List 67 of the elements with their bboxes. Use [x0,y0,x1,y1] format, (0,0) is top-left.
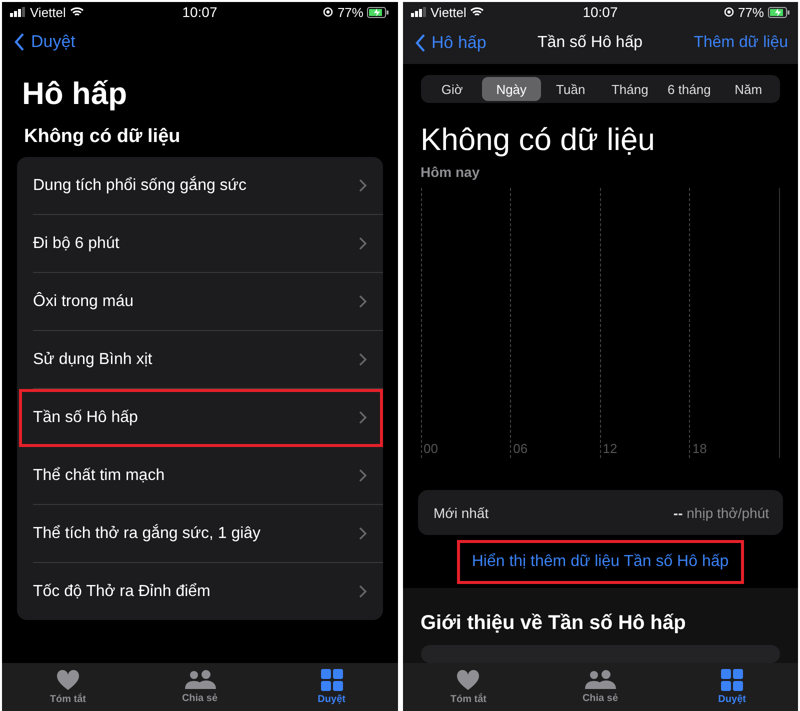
list-item[interactable]: Tốc độ Thở ra Đỉnh điểm [33,563,382,620]
axis-label: 12 [602,441,618,456]
people-icon [184,670,216,690]
signal-icon [410,7,426,17]
people-icon [584,670,616,690]
chevron-right-icon [358,179,366,192]
rotation-lock-icon [724,7,734,17]
rotation-lock-icon [323,7,334,17]
tab-item[interactable]: Duyệt [666,663,798,711]
tab-item[interactable]: Tóm tắt [402,663,534,711]
heart-icon [456,670,480,690]
axis-label: 18 [692,441,707,456]
segment-tab[interactable]: Năm [718,77,778,101]
show-more-link[interactable]: Hiển thị thêm dữ liệu Tần số Hô hấp [456,540,744,584]
battery-icon [367,6,390,18]
chevron-right-icon [358,353,366,366]
list-item[interactable]: Dung tích phổi sống gắng sức [33,157,382,214]
latest-unit: nhịp thở/phút [686,504,769,520]
nav-title: Tần số Hô hấp [538,34,642,52]
segment-tab[interactable]: 6 tháng [660,77,719,101]
carrier-name: Viettel [430,4,466,20]
wifi-icon [470,7,484,17]
list-item[interactable]: Ôxi trong máu [33,273,382,330]
grid-icon [721,669,744,691]
headline: Không có dữ liệu [420,121,656,158]
chevron-right-icon [358,469,366,482]
status-time: 10:07 [582,4,618,20]
axis-label: 00 [424,441,438,456]
segment-tab[interactable]: Tháng [600,77,660,101]
latest-value: -- [673,504,683,520]
tab-item[interactable]: Duyệt [266,663,398,711]
chevron-right-icon [358,411,366,424]
segment-tab[interactable]: Tuần [541,77,600,101]
battery-icon [768,6,790,18]
chevron-left-icon [414,34,426,52]
chevron-right-icon [358,237,366,250]
add-data-button[interactable]: Thêm dữ liệu [694,34,788,52]
list-item[interactable]: Thể tích thở ra gắng sức, 1 giây [33,505,382,562]
grid-icon [320,669,343,691]
list-item[interactable]: Tần số Hô hấp [33,389,382,446]
tab-item[interactable]: Chia sẻ [134,663,266,711]
heart-icon [56,670,80,690]
list-item[interactable]: Sử dụng Bình xịt [33,331,382,388]
latest-label: Mới nhất [434,504,489,520]
list-item[interactable]: Đi bộ 6 phút [33,215,382,272]
tab-item[interactable]: Chia sẻ [534,663,666,711]
battery-percent: 77% [738,4,764,20]
battery-percent: 77% [337,4,364,20]
carrier-name: Viettel [30,4,66,20]
segment-tab[interactable]: Ngày [482,77,541,101]
chevron-right-icon [358,585,366,598]
segment-tab[interactable]: Giờ [422,77,482,101]
signal-icon [10,7,26,17]
list-item[interactable]: Thể chất tim mạch [33,447,382,504]
section-header: Giới thiệu về Tần số Hô hấp [420,612,687,635]
status-time: 10:07 [182,4,218,20]
tab-item[interactable]: Tóm tắt [2,663,134,711]
chevron-right-icon [358,295,366,308]
wifi-icon [70,7,84,17]
date-label: Hôm nay [420,163,481,180]
back-button[interactable]: Duyệt [14,32,76,52]
back-button[interactable]: Hô hấp [414,33,486,53]
page-title: Hô hấp [21,75,128,113]
section-header: Không có dữ liệu [23,126,182,149]
chevron-left-icon [14,33,25,51]
chevron-right-icon [358,527,366,540]
axis-label: 06 [513,441,528,456]
